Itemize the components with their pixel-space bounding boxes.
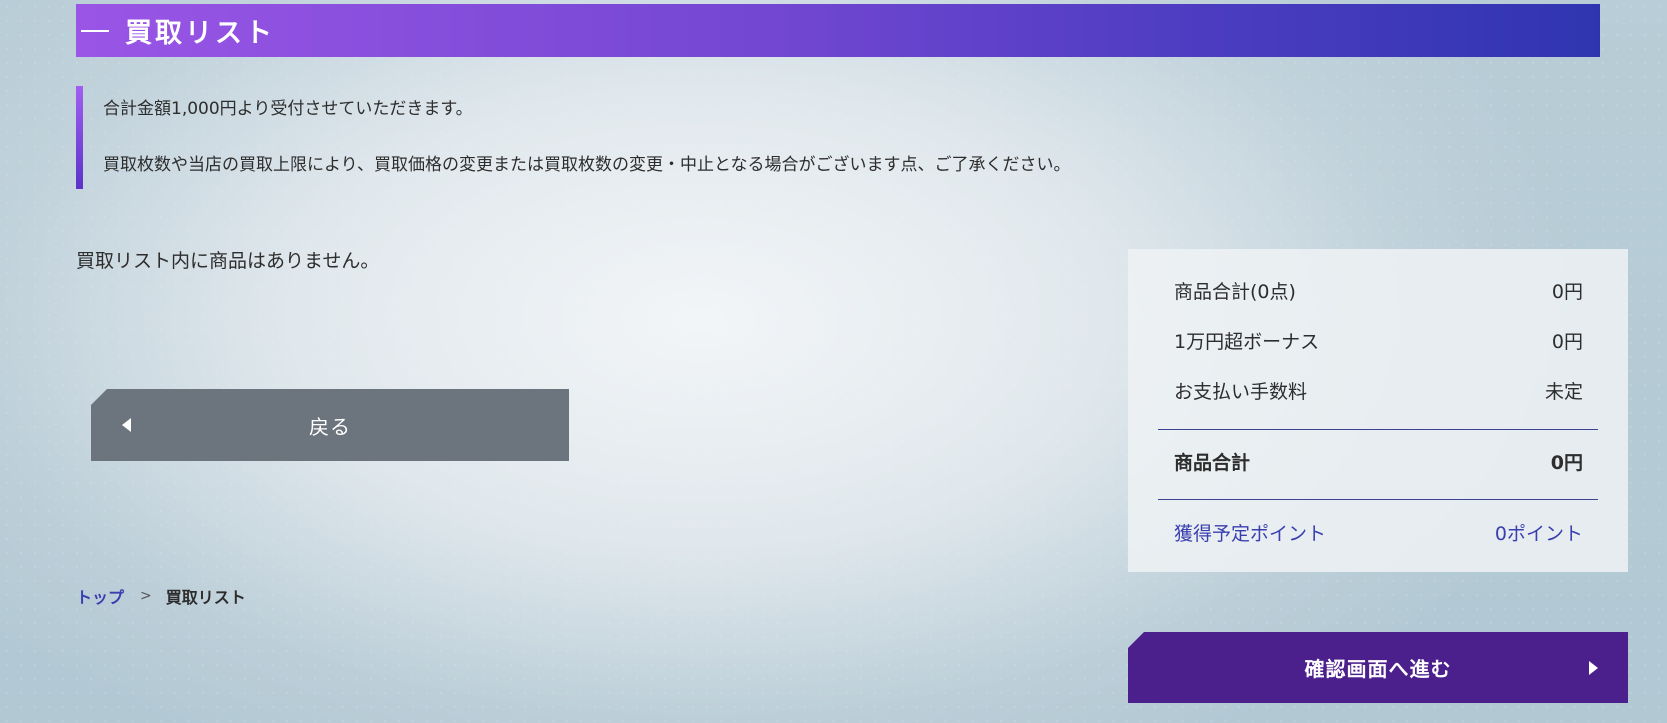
title-dash-decoration — [81, 29, 109, 32]
page-title: 買取リスト — [125, 18, 275, 49]
caret-left-icon — [122, 418, 131, 432]
summary-label: お支払い手数料 — [1174, 381, 1308, 403]
proceed-button-label: 確認画面へ進む — [1304, 659, 1452, 681]
notice-box: 合計金額1,000円より受付させていただきます。 買取枚数や当店の買取上限により… — [76, 86, 1226, 189]
summary-row-subtotal: 商品合計(0点) 0円 — [1174, 277, 1583, 304]
summary-label: 1万円超ボーナス — [1174, 331, 1320, 353]
summary-total-value: 0円 — [1550, 452, 1583, 474]
page: 買取リスト 合計金額1,000円より受付させていただきます。 買取枚数や当店の買… — [0, 0, 1667, 723]
back-button[interactable]: 戻る — [91, 389, 569, 461]
summary-row-points: 獲得予定ポイント 0ポイント — [1174, 519, 1583, 546]
breadcrumb: トップ > 買取リスト — [76, 584, 246, 608]
notice-line-minimum: 合計金額1,000円より受付させていただきます。 — [103, 99, 473, 119]
empty-list-message: 買取リスト内に商品はありません。 — [76, 250, 380, 272]
notice-line-limit: 買取枚数や当店の買取上限により、買取価格の変更または買取枚数の変更・中止となる場… — [103, 155, 1071, 175]
breadcrumb-current: 買取リスト — [165, 588, 246, 607]
back-button-label: 戻る — [309, 416, 351, 439]
breadcrumb-link-top[interactable]: トップ — [76, 584, 124, 608]
proceed-to-confirm-button[interactable]: 確認画面へ進む — [1128, 632, 1628, 703]
points-label: 獲得予定ポイント — [1174, 523, 1327, 545]
chevron-right-icon: > — [140, 588, 152, 604]
summary-divider — [1158, 429, 1598, 430]
summary-label: 商品合計(0点) — [1174, 281, 1296, 303]
summary-row-fee: お支払い手数料 未定 — [1174, 377, 1583, 404]
summary-value: 未定 — [1544, 381, 1583, 403]
caret-right-icon — [1589, 661, 1598, 675]
order-summary-panel: 商品合計(0点) 0円 1万円超ボーナス 0円 お支払い手数料 未定 商品合計 … — [1128, 249, 1628, 572]
summary-row-total: 商品合計 0円 — [1174, 448, 1583, 475]
summary-total-label: 商品合計 — [1174, 452, 1251, 474]
summary-divider — [1158, 499, 1598, 500]
summary-value: 0円 — [1551, 281, 1583, 303]
summary-value: 0円 — [1551, 331, 1583, 353]
points-value: 0ポイント — [1494, 523, 1583, 545]
section-title-bar: 買取リスト — [76, 4, 1600, 57]
summary-row-bonus: 1万円超ボーナス 0円 — [1174, 327, 1583, 354]
